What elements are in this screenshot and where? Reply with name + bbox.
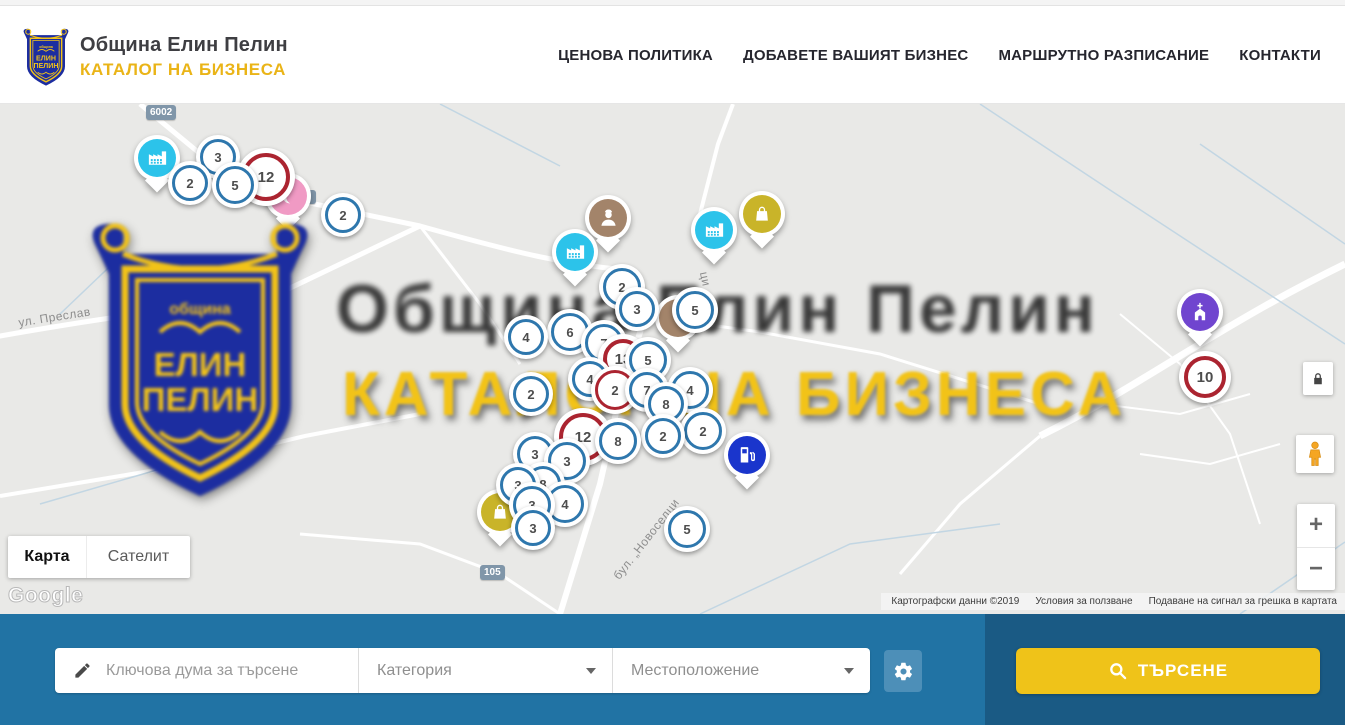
search-submit-button[interactable]: ТЪРСЕНЕ xyxy=(1016,648,1320,694)
advanced-settings-button[interactable] xyxy=(884,650,922,692)
cluster-count: 2 xyxy=(186,176,193,191)
cluster-count: 4 xyxy=(561,497,568,512)
map-pin-church[interactable] xyxy=(1177,289,1223,335)
search-box: Категория Местоположение xyxy=(55,648,870,693)
cluster-count: 4 xyxy=(686,383,693,398)
category-select[interactable]: Категория xyxy=(358,648,612,693)
cluster-count: 5 xyxy=(644,353,651,368)
header: община ЕЛИН ПЕЛИН Община Елин Пелин КАТА… xyxy=(0,6,1345,104)
street-label: ци xyxy=(697,270,714,287)
cluster-marker[interactable]: 2 xyxy=(168,161,212,205)
gear-icon xyxy=(893,661,914,682)
cluster-count: 5 xyxy=(683,522,690,537)
zoom-out-button[interactable]: − xyxy=(1297,548,1335,591)
cluster-marker[interactable]: 8 xyxy=(595,418,641,464)
attribution-link-2[interactable]: Подаване на сигнал за грешка в картата xyxy=(1149,596,1337,607)
category-select-label: Категория xyxy=(377,662,452,680)
cluster-marker[interactable]: 4 xyxy=(504,315,548,359)
cluster-count: 5 xyxy=(231,178,238,193)
cluster-count: 3 xyxy=(633,302,640,317)
keyword-section xyxy=(55,648,358,693)
site-title: Община Елин Пелин xyxy=(80,34,288,57)
search-bar: Категория Местоположение ТЪРСЕНЕ xyxy=(0,614,1345,725)
location-select-label: Местоположение xyxy=(631,662,759,680)
map-pin-factory[interactable] xyxy=(552,229,598,275)
chevron-down-icon xyxy=(844,668,854,674)
nav-item-2[interactable]: МАРШРУТНО РАЗПИСАНИЕ xyxy=(998,47,1209,64)
lock-control-button[interactable] xyxy=(1303,362,1333,395)
road-number-badge: 105 xyxy=(480,565,505,580)
factory-icon xyxy=(695,211,733,249)
location-select[interactable]: Местоположение xyxy=(612,648,870,693)
site-subtitle: КАТАЛОГ НА БИЗНЕСА xyxy=(80,60,288,80)
cluster-count: 2 xyxy=(339,208,346,223)
zoom-in-button[interactable]: + xyxy=(1297,504,1335,548)
cluster-count: 10 xyxy=(1197,369,1214,386)
cluster-marker[interactable]: 2 xyxy=(321,193,365,237)
zoom-control: + − xyxy=(1297,504,1335,590)
cluster-marker[interactable]: 3 xyxy=(615,287,659,331)
cluster-count: 3 xyxy=(214,150,221,165)
worker-icon xyxy=(589,199,627,237)
cluster-marker[interactable]: 5 xyxy=(664,506,710,552)
search-button-label: ТЪРСЕНЕ xyxy=(1138,661,1228,681)
factory-icon xyxy=(556,233,594,271)
cluster-count: 2 xyxy=(527,387,534,402)
municipality-crest-icon: община ЕЛИН ПЕЛИН xyxy=(22,26,70,88)
site-logo[interactable]: община ЕЛИН ПЕЛИН Община Елин Пелин КАТА… xyxy=(22,26,288,88)
cluster-count: 6 xyxy=(566,325,573,340)
map-canvas[interactable]: община ЕЛИН ПЕЛИН Община Елин Пелин КАТА… xyxy=(0,104,1345,614)
pegman-icon xyxy=(1304,441,1326,467)
cluster-marker[interactable]: 2 xyxy=(509,372,553,416)
church-icon xyxy=(1181,293,1219,331)
cluster-marker[interactable]: 5 xyxy=(212,162,258,208)
map-type-map-button[interactable]: Карта xyxy=(8,536,86,578)
street-view-pegman-button[interactable] xyxy=(1296,435,1334,473)
svg-text:ЕЛИН: ЕЛИН xyxy=(36,55,56,63)
cluster-count: 12 xyxy=(258,169,275,186)
cluster-count: 8 xyxy=(614,434,621,449)
nav-item-3[interactable]: КОНТАКТИ xyxy=(1239,47,1321,64)
cluster-count: 2 xyxy=(659,429,666,444)
cluster-count: 3 xyxy=(563,454,570,469)
gas-icon xyxy=(728,436,766,474)
map-attribution: Картографски данни ©2019 Условия за ползв… xyxy=(881,593,1345,610)
nav-item-1[interactable]: ДОБАВЕТЕ ВАШИЯТ БИЗНЕС xyxy=(743,47,968,64)
cluster-marker[interactable]: 2 xyxy=(680,408,726,454)
cluster-marker[interactable]: 10 xyxy=(1179,351,1231,403)
main-nav: ЦЕНОВА ПОЛИТИКА ДОБАВЕТЕ ВАШИЯТ БИЗНЕС МАР… xyxy=(558,6,1321,104)
nav-item-0[interactable]: ЦЕНОВА ПОЛИТИКА xyxy=(558,47,713,64)
search-icon xyxy=(1108,661,1128,681)
lock-icon xyxy=(1311,371,1325,387)
cluster-count: 8 xyxy=(662,397,669,412)
chevron-down-icon xyxy=(586,668,596,674)
pencil-icon xyxy=(73,661,92,680)
cluster-count: 4 xyxy=(522,330,529,345)
cluster-count: 3 xyxy=(529,521,536,536)
attribution-link-1[interactable]: Условия за ползване xyxy=(1035,596,1132,607)
map-pin-shopping-bag[interactable] xyxy=(739,191,785,237)
map-pin-factory[interactable] xyxy=(691,207,737,253)
cluster-count: 5 xyxy=(691,303,698,318)
cluster-count: 2 xyxy=(699,424,706,439)
svg-text:ПЕЛИН: ПЕЛИН xyxy=(34,62,59,70)
map-pin-gas-station[interactable] xyxy=(724,432,770,478)
bag-icon xyxy=(743,195,781,233)
cluster-count: 2 xyxy=(611,383,618,398)
keyword-search-input[interactable] xyxy=(106,662,336,680)
map-pin-worker[interactable] xyxy=(585,195,631,241)
road-number-badge: 6002 xyxy=(146,105,176,120)
cluster-marker[interactable]: 3 xyxy=(511,506,555,550)
cluster-count: 3 xyxy=(531,447,538,462)
cluster-marker[interactable]: 5 xyxy=(672,287,718,333)
cluster-marker[interactable]: 2 xyxy=(641,414,685,458)
svg-text:община: община xyxy=(39,45,53,49)
map-type-control: Карта Сателит xyxy=(8,536,190,578)
google-logo[interactable]: Google xyxy=(8,584,83,608)
attribution-text: Картографски данни ©2019 xyxy=(891,596,1019,607)
map-type-satellite-button[interactable]: Сателит xyxy=(86,536,190,578)
